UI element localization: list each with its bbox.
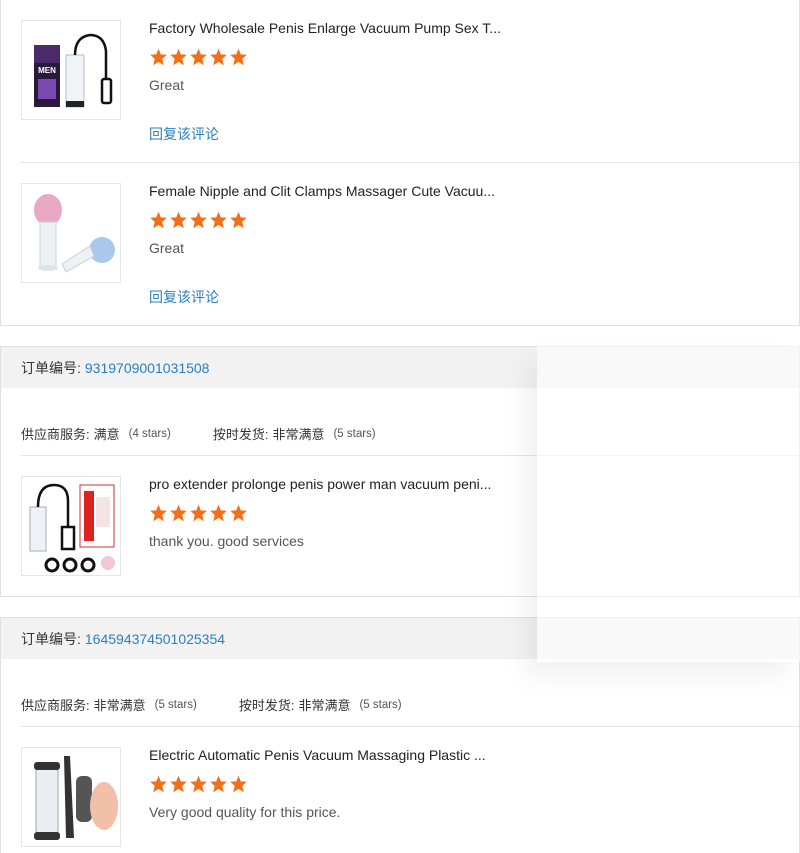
- supplier-service-stars: (4 stars): [128, 427, 171, 440]
- shipping-label: 按时发货:: [238, 698, 295, 713]
- product-thumbnail[interactable]: [21, 183, 121, 283]
- star-icon: [170, 775, 187, 793]
- star-icon: [150, 211, 167, 229]
- supplier-service-value: 非常满意: [93, 698, 146, 713]
- review-item: Female Nipple and Clit Clamps Massager C…: [21, 183, 799, 305]
- star-icon: [210, 211, 227, 229]
- star-icon: [230, 211, 247, 229]
- star-rating: [149, 504, 248, 522]
- box-brand-text: MEN: [38, 66, 56, 75]
- reply-review-link[interactable]: 回复该评论: [149, 124, 219, 144]
- review-comment: thank you. good services: [149, 533, 304, 549]
- supplier-service-label: 供应商服务:: [21, 698, 90, 713]
- star-icon: [230, 775, 247, 793]
- review-item: MEN Factory Wholesale Penis Enlarge Vacu…: [21, 20, 799, 142]
- shipping-value: 非常满意: [272, 427, 325, 442]
- product-title[interactable]: Female Nipple and Clit Clamps Massager C…: [149, 183, 495, 199]
- star-icon: [170, 504, 187, 522]
- supplier-service-rating: 供应商服务: 满意 (4 stars): [21, 424, 171, 443]
- star-icon: [190, 48, 207, 66]
- product-thumbnail[interactable]: MEN: [21, 20, 121, 120]
- star-icon: [230, 48, 247, 66]
- supplier-service-label: 供应商服务:: [21, 427, 90, 442]
- product-title[interactable]: Factory Wholesale Penis Enlarge Vacuum P…: [149, 20, 501, 36]
- divider: [21, 726, 799, 727]
- star-icon: [210, 48, 227, 66]
- seller-ratings: 供应商服务: 满意 (4 stars) 按时发货: 非常满意 (5 stars): [21, 424, 376, 443]
- shipping-stars: (5 stars): [359, 698, 402, 711]
- star-icon: [210, 775, 227, 793]
- seller-ratings: 供应商服务: 非常满意 (5 stars) 按时发货: 非常满意 (5 star…: [21, 695, 402, 714]
- review-comment: Great: [149, 240, 185, 256]
- star-icon: [170, 48, 187, 66]
- star-rating: [149, 211, 248, 229]
- review-item: Electric Automatic Penis Vacuum Massagin…: [21, 747, 799, 847]
- supplier-service-stars: (5 stars): [154, 698, 197, 711]
- order-number-link[interactable]: 9319709001031508: [85, 360, 210, 376]
- divider: [21, 162, 799, 163]
- order-number-link[interactable]: 164594374501025354: [85, 631, 225, 647]
- star-icon: [190, 211, 207, 229]
- star-icon: [170, 211, 187, 229]
- order-number-label: 订单编号:: [21, 630, 81, 647]
- star-icon: [150, 504, 167, 522]
- reply-review-link[interactable]: 回复该评论: [149, 287, 219, 307]
- review-comment: Great: [149, 77, 185, 93]
- star-rating: [149, 48, 248, 66]
- product-title[interactable]: Electric Automatic Penis Vacuum Massagin…: [149, 747, 486, 763]
- shipping-rating: 按时发货: 非常满意 (5 stars): [213, 424, 376, 443]
- star-icon: [230, 504, 247, 522]
- review-card-top: MEN Factory Wholesale Penis Enlarge Vacu…: [0, 0, 800, 326]
- shipping-label: 按时发货:: [212, 427, 269, 442]
- product-thumbnail[interactable]: [21, 747, 121, 847]
- order-number-label: 订单编号:: [21, 359, 81, 376]
- star-icon: [190, 775, 207, 793]
- review-comment: Very good quality for this price.: [149, 804, 341, 820]
- star-icon: [150, 775, 167, 793]
- star-icon: [190, 504, 207, 522]
- supplier-service-value: 满意: [93, 427, 120, 442]
- shipping-rating: 按时发货: 非常满意 (5 stars): [239, 695, 402, 714]
- faded-popup-overlay: [537, 346, 800, 662]
- star-rating: [149, 775, 248, 793]
- supplier-service-rating: 供应商服务: 非常满意 (5 stars): [21, 695, 197, 714]
- product-title[interactable]: pro extender prolonge penis power man va…: [149, 476, 491, 492]
- product-thumbnail[interactable]: [21, 476, 121, 576]
- star-icon: [210, 504, 227, 522]
- shipping-value: 非常满意: [298, 698, 351, 713]
- star-icon: [150, 48, 167, 66]
- shipping-stars: (5 stars): [333, 427, 376, 440]
